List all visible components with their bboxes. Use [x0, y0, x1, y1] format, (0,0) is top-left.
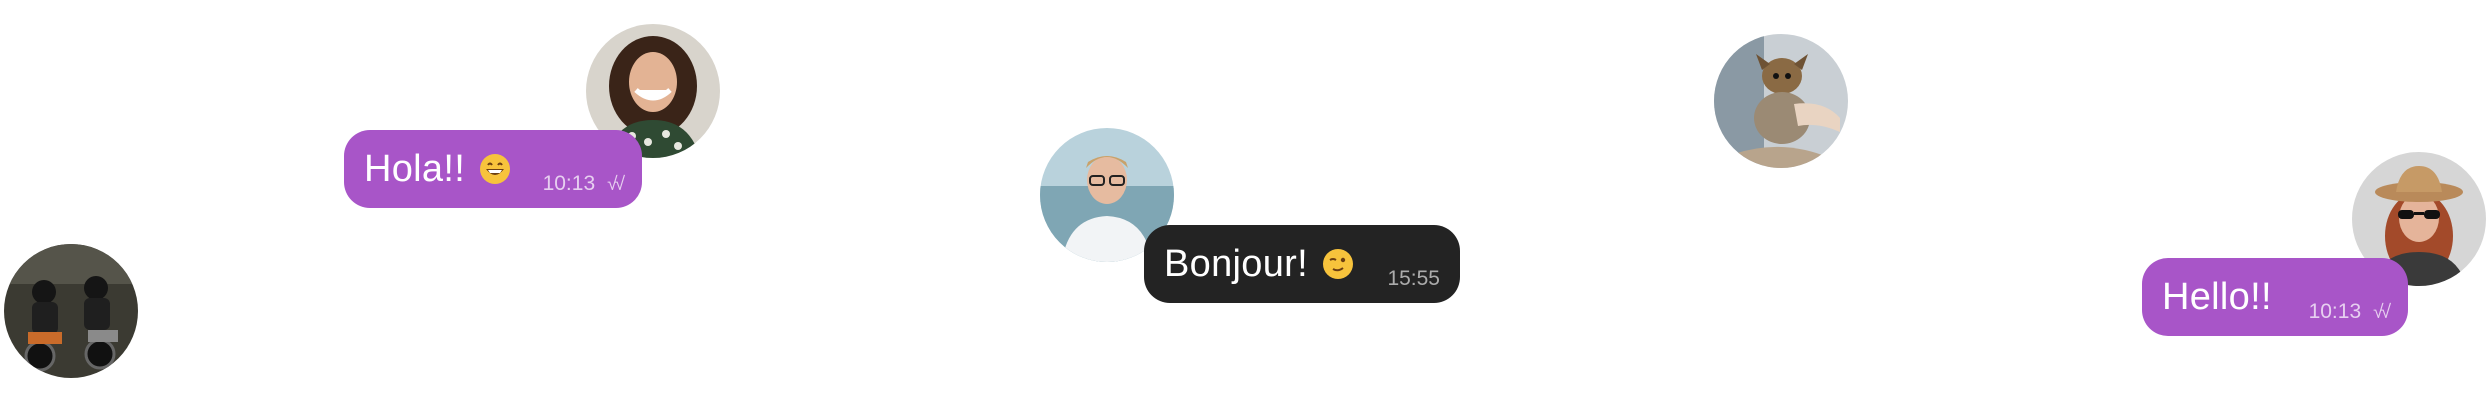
message-bubble-outgoing[interactable]: Hello!! 10:13 √√	[2142, 258, 2408, 336]
read-receipt-icon: √√	[607, 174, 625, 195]
message-time: 15:55	[1387, 267, 1440, 290]
message-time: 10:13	[2308, 300, 2362, 323]
message-meta: 15:55	[1363, 267, 1440, 303]
avatar-dog[interactable]	[1714, 34, 1848, 168]
message-time: 10:13	[542, 172, 596, 195]
message-meta: 10:13 √√	[519, 172, 625, 208]
read-receipt-icon: √√	[2373, 302, 2391, 323]
message-bubble-incoming[interactable]: Bonjour! 15:55	[1144, 225, 1460, 303]
motorcyclists-portrait-icon	[4, 244, 138, 378]
winking-face-icon	[1322, 248, 1354, 280]
message-text: Hello!!	[2162, 275, 2272, 318]
dog-portrait-icon	[1714, 34, 1848, 168]
message-text: Bonjour!	[1164, 242, 1308, 285]
grinning-face-icon	[479, 153, 511, 185]
message-text: Hola!!	[364, 147, 466, 190]
message-meta: 10:13 √√	[2285, 300, 2391, 336]
avatar-motorcyclists[interactable]	[4, 244, 138, 378]
message-bubble-outgoing[interactable]: Hola!! 10:13 √√	[344, 130, 642, 208]
